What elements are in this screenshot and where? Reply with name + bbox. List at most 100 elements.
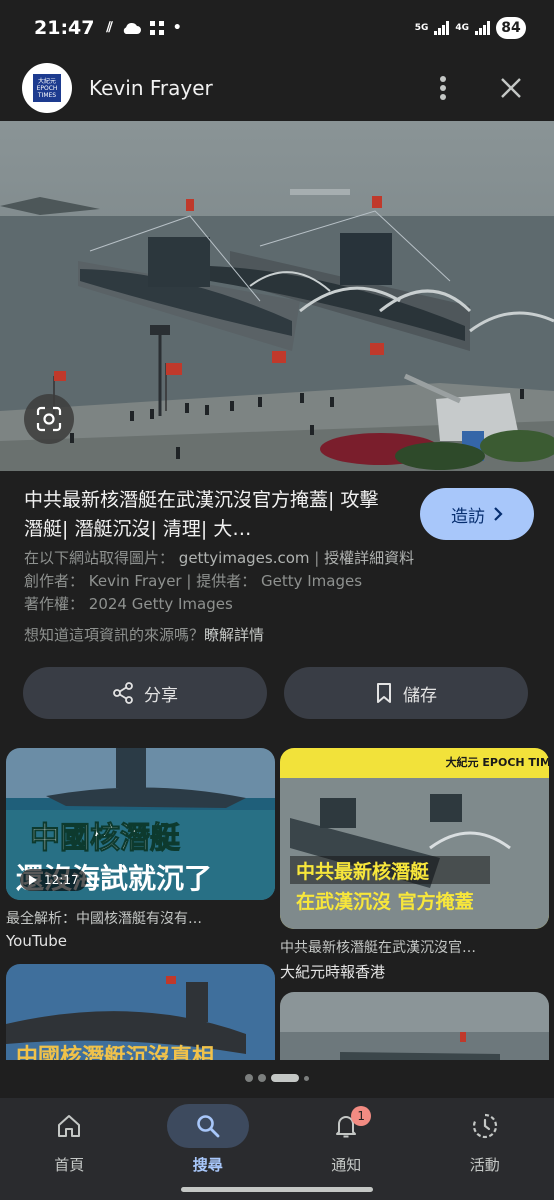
copyright-prefix: 著作權： <box>24 595 85 613</box>
related-thumbnail[interactable] <box>280 992 549 1060</box>
license-details-link[interactable]: 授權詳細資料 <box>324 549 414 567</box>
apps-icon <box>149 21 164 35</box>
status-left: 21:47 ⫽ • <box>34 17 182 39</box>
battery-indicator: 84 <box>496 17 526 39</box>
copyright-line: 著作權： 2024 Getty Images <box>24 593 534 616</box>
related-source: YouTube <box>6 932 67 950</box>
net-label-5g: 5G <box>414 22 429 33</box>
provider-prefix: | 提供者： <box>181 572 257 590</box>
page-dot-active <box>271 1074 299 1082</box>
related-card[interactable]: 大紀元 EPOCH TIMES 中共最新核潛艇 在武漢沉沒 官方掩蓋 中共最新核… <box>280 748 549 982</box>
video-duration-badge: 12:17 <box>20 869 87 891</box>
question-text: 想知道這項資訊的來源嗎？ <box>24 626 205 644</box>
signal-icon <box>475 21 490 35</box>
bottom-navigation: 首頁 搜尋 1 通知 活動 <box>0 1098 554 1200</box>
related-images-grid: 中國核潛艇 還沒海試就沉了 12:17 最全解析：中國核潛艇有沒有… YouTu… <box>6 748 549 1060</box>
copyright-text: 2024 Getty Images <box>88 595 233 613</box>
brand-mark: 大紀元 EPOCH TIMES <box>446 755 549 769</box>
thumbnail-overlay-line1: 中國核潛艇 <box>30 821 180 856</box>
nav-label: 通知 <box>331 1156 362 1174</box>
nav-icon-container <box>444 1104 526 1148</box>
nav-notifications[interactable]: 1 通知 <box>277 1098 416 1200</box>
related-source: 大紀元時報香港 <box>280 963 386 981</box>
notification-icons: ⫽ • <box>106 20 181 36</box>
thumbnail-overlay-line1: 中共最新核潛艇 <box>296 860 429 883</box>
lens-search-button[interactable] <box>24 394 74 444</box>
license-separator: | <box>309 549 325 567</box>
submarine-photo <box>0 121 554 471</box>
home-indicator[interactable] <box>181 1187 373 1192</box>
related-thumbnail[interactable]: 大紀元 EPOCH TIMES 中共最新核潛艇 在武漢沉沒 官方掩蓋 <box>280 748 549 929</box>
notification-badge: 1 <box>351 1106 372 1126</box>
cloud-icon <box>123 23 141 34</box>
play-icon <box>29 875 37 885</box>
source-prefix: 在以下網站取得圖片： <box>24 549 175 567</box>
chevron-right-icon <box>494 507 503 521</box>
source-question: 想知道這項資訊的來源嗎？瞭解詳情 <box>24 624 534 645</box>
save-button[interactable]: 儲存 <box>284 667 528 719</box>
creator-name: Kevin Frayer <box>88 572 182 590</box>
news-thumbnail-image: 大紀元 EPOCH TIMES 中共最新核潛艇 在武漢沉沒 官方掩蓋 <box>280 748 549 929</box>
status-bar: 21:47 ⫽ • 5G 4G 84 <box>0 0 554 56</box>
share-button[interactable]: 分享 <box>23 667 267 719</box>
nav-icon-container: 1 <box>305 1104 387 1148</box>
nav-activity[interactable]: 活動 <box>416 1098 554 1200</box>
search-icon <box>196 1115 220 1138</box>
logo-mark: 大紀元 EPOCH TIMES <box>33 74 61 102</box>
share-label: 分享 <box>144 685 178 706</box>
nav-label: 搜尋 <box>192 1156 223 1174</box>
site-logo[interactable]: 大紀元 EPOCH TIMES <box>22 63 72 113</box>
home-icon <box>58 1115 81 1137</box>
action-buttons: 分享 儲存 <box>23 667 528 719</box>
more-vert-icon <box>440 76 446 100</box>
related-card[interactable]: 中國核潛艇沉沒真相 <box>6 964 275 1060</box>
thumbnail-overlay-line1: 中國核潛艇沉沒真相 <box>16 1044 214 1060</box>
related-thumbnail[interactable]: 中國核潛艇沉沒真相 <box>6 964 275 1060</box>
learn-more-link[interactable]: 瞭解詳情 <box>204 626 264 644</box>
submarine-thumbnail-image: 中國核潛艇沉沒真相 <box>6 964 275 1060</box>
nav-icon-container <box>28 1104 110 1148</box>
result-header: 大紀元 EPOCH TIMES Kevin Frayer <box>0 56 554 120</box>
source-site-link[interactable]: gettyimages.com <box>179 549 310 567</box>
page-dot <box>258 1074 266 1082</box>
provider-name: Getty Images <box>260 572 363 590</box>
activity-icon <box>472 1113 497 1139</box>
thumbnail-overlay-line2: 在武漢沉沒 官方掩蓋 <box>296 890 474 913</box>
related-thumbnail[interactable]: 中國核潛艇 還沒海試就沉了 12:17 <box>6 748 275 900</box>
result-title[interactable]: 中共最新核潛艇在武漢沉沒官方掩蓋| 攻擊潛艇| 潛艇沉沒| 清理| 大… <box>24 486 394 544</box>
close-icon <box>501 78 521 98</box>
save-label: 儲存 <box>403 685 437 706</box>
dot-icon: • <box>172 20 182 36</box>
page-dot <box>245 1074 253 1082</box>
status-right: 5G 4G 84 <box>415 17 526 39</box>
stripes-icon: ⫽ <box>106 20 113 36</box>
site-name: Kevin Frayer <box>89 76 213 100</box>
net-label-4g: 4G <box>455 22 469 33</box>
duration-text: 12:17 <box>44 873 79 887</box>
result-info: 中共最新核潛艇在武漢沉沒官方掩蓋| 攻擊潛艇| 潛艇沉沒| 清理| 大… 造訪 … <box>24 486 534 645</box>
nav-label: 首頁 <box>54 1156 85 1174</box>
pagination-dots <box>0 1074 554 1082</box>
hero-image[interactable] <box>0 121 554 471</box>
related-caption[interactable]: 最全解析：中國核潛艇有沒有… <box>6 908 275 928</box>
signal-icon <box>434 21 450 35</box>
page-dot <box>304 1075 309 1081</box>
visit-label: 造訪 <box>451 506 485 527</box>
close-button[interactable] <box>488 65 534 111</box>
nav-home[interactable]: 首頁 <box>0 1098 139 1200</box>
creator-line: 創作者： Kevin Frayer | 提供者： Getty Images <box>24 570 534 593</box>
related-card[interactable]: 中國核潛艇 還沒海試就沉了 12:17 最全解析：中國核潛艇有沒有… YouTu… <box>6 748 275 950</box>
source-line: 在以下網站取得圖片： gettyimages.com | 授權詳細資料 <box>24 547 534 570</box>
bookmark-icon <box>377 683 391 703</box>
lens-icon <box>36 406 62 432</box>
title-row: 中共最新核潛艇在武漢沉沒官方掩蓋| 攻擊潛艇| 潛艇沉沒| 清理| 大… 造訪 <box>24 486 534 544</box>
creator-prefix: 創作者： <box>24 572 85 590</box>
related-card[interactable] <box>280 992 549 1060</box>
harbor-thumbnail-image <box>280 992 549 1060</box>
more-options-button[interactable] <box>420 65 466 111</box>
visit-button[interactable]: 造訪 <box>420 488 534 540</box>
nav-label: 活動 <box>469 1156 500 1174</box>
related-caption[interactable]: 中共最新核潛艇在武漢沉沒官… <box>280 937 549 957</box>
nav-icon-container <box>166 1104 249 1148</box>
nav-search[interactable]: 搜尋 <box>139 1098 278 1200</box>
